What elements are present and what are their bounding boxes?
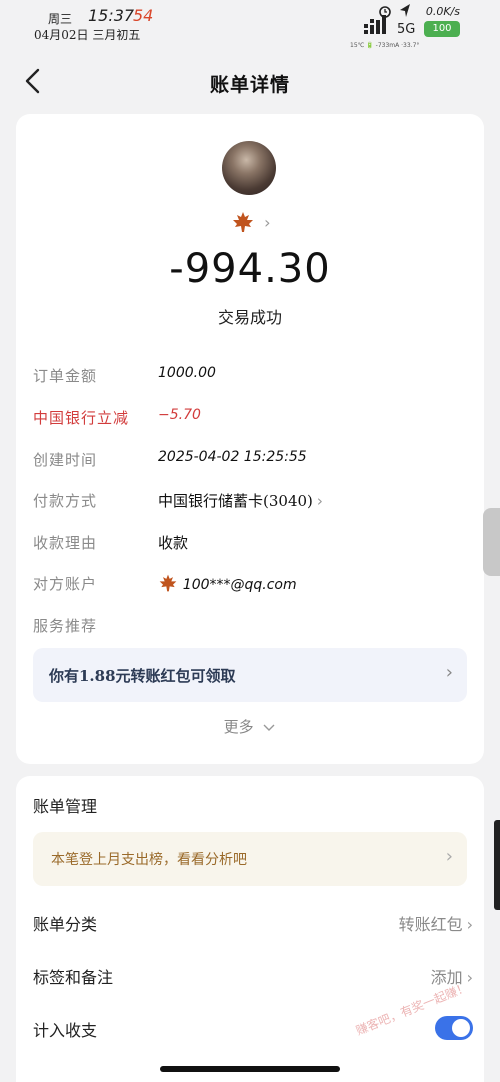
chevron-right-icon: › — [466, 968, 473, 987]
location-arrow-icon — [400, 4, 410, 17]
counterparty-account: 100***@qq.com — [182, 577, 297, 593]
bill-management-card: 账单管理 本笔登上月支出榜，看看分析吧 › 账单分类 转账红包 › 标签和备注 添… — [16, 776, 484, 1082]
net-speed: 0.0K/s — [425, 5, 460, 18]
more-label: 更多 — [223, 718, 254, 736]
nav-header: 账单详情 — [0, 56, 500, 106]
chevron-right-icon: › — [264, 212, 271, 232]
detail-row-reason: 收款理由 收款 — [33, 528, 473, 558]
maple-leaf-icon — [159, 574, 177, 592]
battery-icon: 100 — [424, 21, 460, 37]
detail-value: 2025-04-02 15:25:55 — [158, 449, 307, 465]
detail-value: 中国银行储蓄卡(3040) › — [158, 490, 323, 511]
tags-notes-row[interactable]: 标签和备注 添加 › — [33, 961, 473, 991]
status-date: 04月02日 三月初五 — [34, 28, 141, 42]
edge-indicator — [494, 820, 500, 910]
chevron-down-icon — [263, 724, 275, 731]
detail-row-created-time: 创建时间 2025-04-02 15:25:55 — [33, 445, 473, 475]
detail-label: 中国银行立减 — [33, 409, 130, 427]
transaction-card: › -994.30 交易成功 订单金额 1000.00 中国银行立减 −5.70… — [16, 114, 484, 764]
transaction-status: 交易成功 — [217, 308, 282, 327]
chevron-right-icon: › — [316, 492, 323, 510]
spending-analysis-tip[interactable]: 本笔登上月支出榜，看看分析吧 › — [33, 832, 467, 886]
setting-value: 转账红包 › — [399, 911, 473, 935]
detail-row-counterparty: 对方账户 100***@qq.com — [33, 569, 473, 599]
home-indicator[interactable] — [160, 1066, 340, 1072]
detail-label: 订单金额 — [33, 367, 98, 385]
page-title: 账单详情 — [209, 74, 290, 96]
tip-text: 本笔登上月支出榜，看看分析吧 — [51, 852, 247, 868]
chevron-right-icon: › — [445, 662, 453, 683]
detail-row-order-amount: 订单金额 1000.00 — [33, 361, 473, 391]
chevron-right-icon: › — [466, 915, 473, 934]
detail-value: 收款 — [158, 534, 189, 552]
status-weekday: 周三 — [48, 12, 73, 26]
setting-label: 账单分类 — [33, 915, 98, 934]
detail-label: 创建时间 — [33, 451, 98, 469]
detail-label: 对方账户 — [33, 575, 98, 593]
payment-method-text: 中国银行储蓄卡(3040) — [158, 492, 313, 510]
bill-category-row[interactable]: 账单分类 转账红包 › — [33, 908, 473, 938]
status-seconds: 54 — [133, 6, 154, 25]
detail-value: 1000.00 — [158, 365, 216, 381]
setting-label: 计入收支 — [33, 1021, 98, 1040]
avatar[interactable] — [222, 141, 276, 195]
status-time: 15:37 — [88, 6, 135, 25]
chevron-right-icon: › — [445, 846, 453, 867]
maple-leaf-icon — [233, 212, 253, 232]
transaction-amount: -994.30 — [169, 246, 331, 292]
red-packet-promo[interactable]: 你有1.88元转账红包可领取 › — [33, 648, 467, 702]
detail-row-bank-discount: 中国银行立减 −5.70 — [33, 403, 473, 433]
network-type: 5G — [397, 22, 416, 37]
detail-label: 付款方式 — [33, 492, 98, 510]
more-button[interactable]: 更多 — [16, 716, 484, 737]
status-tiny-info: 15℃ 🔋 -733mA ·33.7° — [350, 42, 420, 49]
detail-label: 收款理由 — [33, 534, 98, 552]
merchant-link[interactable]: › — [231, 211, 271, 235]
status-bar: 周三 15:37 54 04月02日 三月初五 0.0K/s 5G 100 15… — [0, 0, 500, 50]
detail-label: 服务推荐 — [33, 617, 98, 635]
side-scroll-handle[interactable] — [483, 508, 500, 576]
alarm-icon — [379, 6, 391, 18]
detail-row-service: 服务推荐 — [33, 611, 473, 641]
section-title: 账单管理 — [33, 797, 98, 816]
count-income-toggle[interactable] — [435, 1016, 473, 1040]
category-value: 转账红包 — [398, 915, 463, 934]
detail-row-payment-method[interactable]: 付款方式 中国银行储蓄卡(3040) › — [33, 486, 473, 516]
setting-label: 标签和备注 — [33, 968, 114, 987]
toggle-knob — [452, 1019, 470, 1037]
detail-value: 100***@qq.com — [158, 573, 297, 593]
promo-text: 你有1.88元转账红包可领取 — [49, 667, 236, 685]
detail-value: −5.70 — [158, 407, 201, 423]
